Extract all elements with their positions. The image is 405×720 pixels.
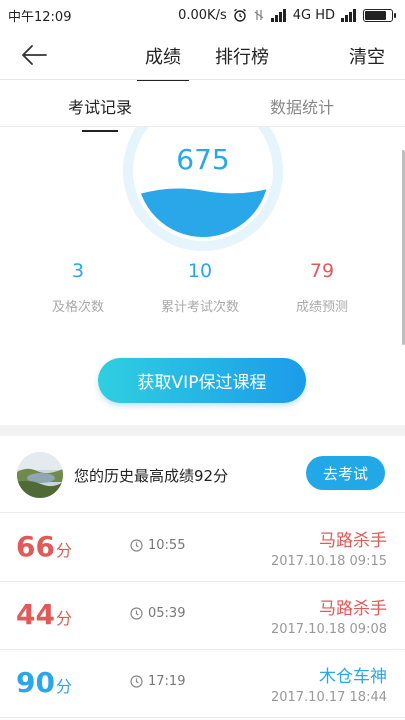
record-title: 马路杀手: [319, 531, 387, 551]
tab-exam-records[interactable]: 考试记录: [68, 94, 132, 132]
alarm-icon: [233, 8, 246, 22]
clock-icon: [130, 539, 143, 552]
status-icons: 0.00K/s 4G HD: [178, 7, 396, 23]
stat-value: 79: [309, 260, 335, 282]
record-score: 90分: [16, 666, 72, 699]
network-speed: 0.00K/s: [178, 7, 227, 23]
record-date: 2017.10.18 09:08: [270, 622, 387, 637]
stat-label: 累计考试次数: [160, 300, 239, 315]
battery-icon: [363, 8, 396, 22]
record-duration: 05:39: [130, 606, 185, 621]
history-best-text: 您的历史最高成绩92分: [74, 467, 229, 485]
stat-value: 3: [71, 260, 85, 282]
section-divider: [0, 425, 405, 436]
network-type: 4G HD: [292, 7, 335, 23]
tab-score[interactable]: 成绩: [137, 43, 189, 82]
stat-total-exams: 10 累计考试次数: [140, 260, 260, 315]
record-duration: 10:55: [130, 538, 185, 553]
mute-icon: [254, 10, 264, 20]
clear-button[interactable]: 清空: [349, 43, 385, 69]
arrow-left-icon: [22, 45, 47, 65]
signal-icon-2: [341, 8, 356, 22]
stat-label: 成绩预测: [295, 300, 348, 315]
clock-icon: [130, 607, 143, 620]
stat-label: 及格次数: [51, 300, 104, 315]
stat-value: 10: [187, 260, 213, 282]
signal-icon: [270, 8, 286, 22]
record-row[interactable]: 66分 10:55 马路杀手 2017.10.18 09:15: [0, 514, 405, 582]
record-score: 44分: [16, 598, 72, 631]
stat-pass-count: 3 及格次数: [18, 260, 138, 315]
score-value: 675: [176, 143, 230, 176]
sub-tab-bar: 考试记录 数据统计: [0, 81, 405, 132]
nav-bar: 成绩 排行榜 清空: [0, 30, 405, 82]
vip-course-button[interactable]: 获取VIP保过课程: [98, 358, 306, 403]
clock-icon: [130, 675, 143, 688]
record-title: 木仓车神: [319, 667, 387, 687]
back-button[interactable]: [18, 41, 50, 69]
avatar[interactable]: [17, 452, 63, 498]
record-row[interactable]: 90分 17:19 木仓车神 2017.10.17 18:44: [0, 650, 405, 718]
tab-ranking[interactable]: 排行榜: [215, 43, 269, 69]
status-bar: 中午12:09 0.00K/s 4G HD: [0, 0, 405, 30]
stat-prediction: 79 成绩预测: [262, 260, 382, 315]
history-best-row: 您的历史最高成绩92分 去考试: [0, 436, 405, 513]
record-row[interactable]: 44分 05:39 马路杀手 2017.10.18 09:08: [0, 582, 405, 650]
status-time: 中午12:09: [8, 9, 72, 25]
record-date: 2017.10.17 18:44: [270, 690, 387, 705]
avatar-landscape-image: [17, 452, 63, 498]
record-date: 2017.10.18 09:15: [270, 554, 387, 569]
record-score: 66分: [16, 530, 72, 563]
record-title: 马路杀手: [319, 599, 387, 619]
go-exam-button[interactable]: 去考试: [306, 456, 385, 490]
record-duration: 17:19: [130, 674, 185, 689]
tab-data-stats[interactable]: 数据统计: [270, 94, 334, 118]
